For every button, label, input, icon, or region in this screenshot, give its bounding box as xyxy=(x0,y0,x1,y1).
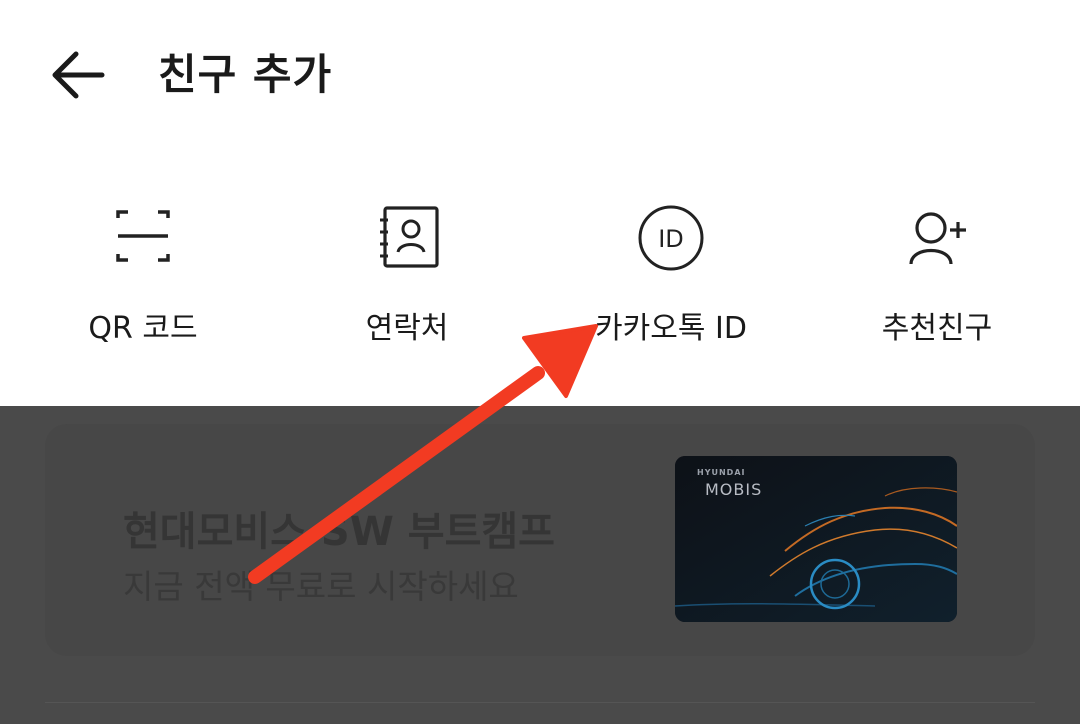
banner-image: HYUNDAI MOBIS xyxy=(675,456,957,622)
divider xyxy=(45,702,1035,703)
back-button[interactable] xyxy=(46,44,112,106)
dim-overlay[interactable]: 현대모비스 SW 부트캠프 지금 전액 무료로 시작하세요 HYUNDAI MO… xyxy=(0,406,1080,724)
person-add-icon xyxy=(909,212,966,265)
page-title: 친구 추가 xyxy=(158,50,333,99)
id-circle-icon: ID xyxy=(638,205,704,271)
svg-text:ID: ID xyxy=(658,225,684,253)
brand-small-text: HYUNDAI xyxy=(697,468,746,477)
option-label-contacts: 연락처 xyxy=(365,311,449,346)
qr-scan-icon xyxy=(116,210,170,262)
add-friend-options: QR 코드 연락처 ID 카카오톡 ID 추천친구 xyxy=(0,180,1080,380)
banner-title: 현대모비스 SW 부트캠프 xyxy=(123,509,555,555)
banner-subtitle: 지금 전액 무료로 시작하세요 xyxy=(123,567,519,606)
arrow-left-icon xyxy=(52,51,105,99)
option-label-qr: QR 코드 xyxy=(88,311,198,346)
app-header: 친구 추가 xyxy=(0,0,1080,150)
qr-code-option[interactable]: QR 코드 xyxy=(33,180,253,370)
recommended-friends-option[interactable]: 추천친구 xyxy=(827,180,1047,370)
option-label-recommended: 추천친구 xyxy=(881,311,993,346)
kakaotalk-id-option[interactable]: ID 카카오톡 ID xyxy=(561,180,781,370)
option-label-kakaotalk-id: 카카오톡 ID xyxy=(595,311,747,346)
brand-main-text: MOBIS xyxy=(705,480,763,499)
ad-banner[interactable]: 현대모비스 SW 부트캠프 지금 전액 무료로 시작하세요 HYUNDAI MO… xyxy=(45,424,1035,656)
contacts-option[interactable]: 연락처 xyxy=(297,180,517,370)
contacts-book-icon xyxy=(380,206,439,268)
